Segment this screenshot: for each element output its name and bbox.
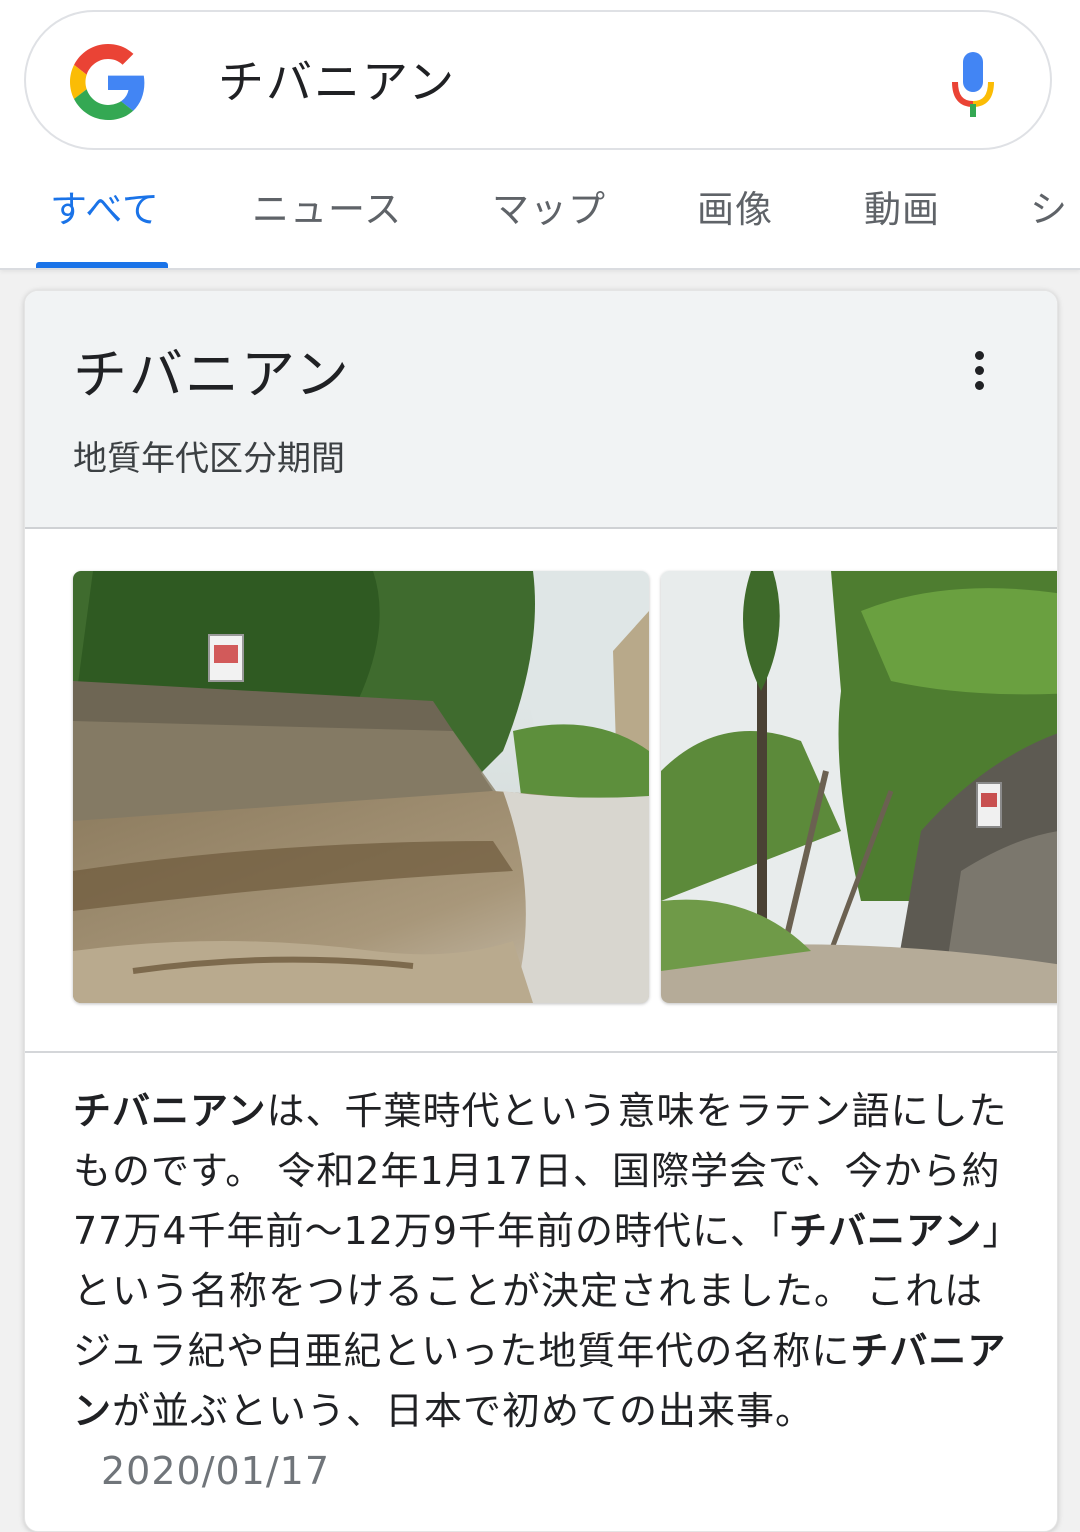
search-query[interactable]: チバニアン (218, 52, 456, 112)
tab-all[interactable]: すべて (50, 186, 160, 234)
image-thumbnail-river-cliff[interactable] (73, 571, 649, 1003)
search-tabs: すべて ニュース マップ 画像 動画 シ (0, 160, 1080, 268)
search-box[interactable]: チバニアン (24, 10, 1052, 150)
panel-subtitle: 地質年代区分期間 (73, 439, 345, 479)
more-vert-icon[interactable] (955, 347, 1003, 395)
active-tab-indicator (36, 262, 168, 268)
image-thumbnail-cliff-trees[interactable] (661, 571, 1057, 1003)
panel-title: チバニアン (73, 343, 351, 406)
desc-date: 2020/01/17 (101, 1449, 331, 1493)
search-header: チバニアン すべて ニュース マップ 画像 動画 シ (0, 0, 1080, 270)
tab-maps[interactable]: マップ (492, 186, 606, 234)
tab-shopping[interactable]: シ (1030, 186, 1068, 234)
tab-images[interactable]: 画像 (697, 186, 773, 234)
panel-description: チバニアンは、千葉時代という意味をラテン語にしたものです。 令和2年1月17日、… (73, 1081, 1013, 1501)
section-divider (25, 1051, 1057, 1053)
google-g-icon[interactable] (70, 44, 146, 120)
desc-bold-term: チバニアン (73, 1089, 267, 1133)
tab-videos[interactable]: 動画 (864, 186, 940, 234)
mic-icon[interactable] (948, 48, 998, 120)
desc-bold-term: チバニアン (788, 1209, 983, 1253)
knowledge-panel: チバニアン 地質年代区分期間 チバニアンは、千葉時代という意味をラテン語にしたも… (24, 290, 1058, 1532)
tab-news[interactable]: ニュース (252, 186, 402, 234)
desc-text: が並ぶという、日本で初めての出来事。 (112, 1389, 815, 1433)
knowledge-panel-header: チバニアン 地質年代区分期間 (25, 291, 1057, 529)
